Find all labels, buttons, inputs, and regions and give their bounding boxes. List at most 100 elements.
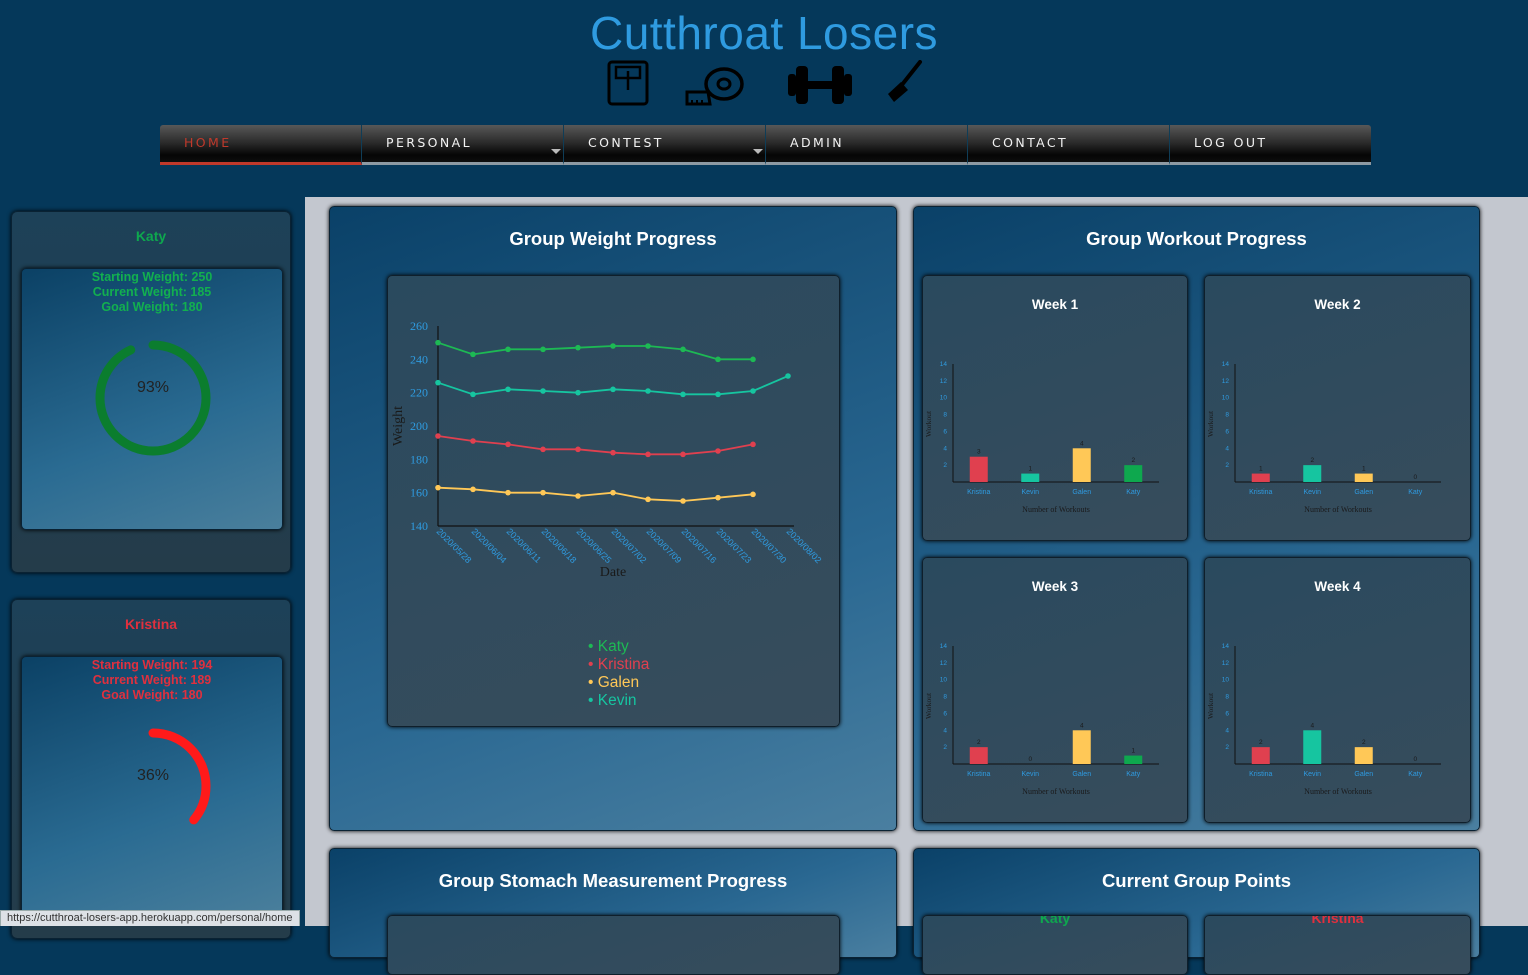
y-tick-label: 4 <box>943 445 947 452</box>
series-line-kristina <box>437 435 754 456</box>
bar-value-label: 2 <box>1310 457 1314 464</box>
bar-kevin <box>1021 473 1040 482</box>
y-tick-label: 8 <box>1225 694 1229 701</box>
legend-item-galen[interactable]: • Galen <box>588 674 649 692</box>
y-tick-label: 200 <box>410 419 428 433</box>
progress-arc <box>95 728 211 844</box>
data-point-galen <box>750 491 756 498</box>
nav-logout[interactable]: LOG OUT <box>1170 125 1371 165</box>
status-bar-url: https://cutthroat-losers-app.herokuapp.c… <box>0 910 300 926</box>
nav-home[interactable]: HOME <box>160 125 362 165</box>
bar-kristina <box>1251 473 1270 482</box>
tape-measure-icon <box>685 67 744 106</box>
panel-title: Group Weight Progress <box>509 228 717 249</box>
week2-chart-card: Week 2 2 4 6 8 10 12 14 1 Kristina 2 Kevin 1 Galen 0 K… <box>1204 275 1471 541</box>
y-tick-label: 4 <box>1225 727 1229 734</box>
goal-weight: Goal Weight: 180 <box>101 688 203 702</box>
legend-item-kevin[interactable]: • Kevin <box>588 692 649 710</box>
data-point-galen <box>575 493 581 499</box>
x-tick-label: Kristina <box>967 489 990 496</box>
x-tick-label: Katy <box>1408 771 1423 778</box>
main-content: Group Weight Progress 140 160 180 200 220 240… <box>305 197 1528 975</box>
nav-admin[interactable]: ADMIN <box>766 125 968 165</box>
week3-bar-chart: 2 4 6 8 10 12 14 2 Kristina 0 Kevin 4 Galen 1 Katy Work… <box>924 643 1159 796</box>
knife-icon <box>888 60 922 102</box>
y-axis-label: Workout <box>1206 692 1215 719</box>
data-point-galen <box>540 489 546 496</box>
nav-admin-label: ADMIN <box>790 135 844 150</box>
y-axis-label: Workout <box>1206 410 1215 437</box>
caret-down-icon[interactable] <box>551 149 561 154</box>
y-tick-label: 12 <box>940 378 948 385</box>
data-point-galen <box>470 486 476 493</box>
data-point-galen <box>680 498 686 504</box>
data-point-katy <box>505 346 511 353</box>
bar-value-label: 1 <box>1259 466 1263 473</box>
data-point-kristina <box>610 449 616 456</box>
nav-contact-label: CONTACT <box>992 135 1069 150</box>
x-tick-label: 2020/07/16 <box>680 526 719 565</box>
bar-value-label: 3 <box>977 449 981 456</box>
x-tick-label: Galen <box>1354 489 1373 496</box>
stomach-progress-panel: Group Stomach Measurement Progress <box>329 848 897 975</box>
starting-weight: Starting Weight: 250 <box>91 270 213 284</box>
nav-contest[interactable]: CONTEST <box>564 125 766 165</box>
data-point-kristina <box>680 451 686 458</box>
points-user-name: Kristina <box>1311 915 1364 926</box>
bar-value-label: 1 <box>1131 748 1135 755</box>
x-tick-label: 2020/06/11 <box>505 526 543 564</box>
data-point-katy <box>715 356 721 363</box>
data-point-galen <box>715 494 721 501</box>
user-name: Katy <box>135 228 167 244</box>
bar-value-label: 4 <box>1080 722 1084 729</box>
x-tick-label: Kevin <box>1021 771 1039 778</box>
x-tick-label: 2020/05/28 <box>435 526 474 565</box>
x-axis-label: Number of Workouts <box>1304 787 1372 796</box>
nav-contact[interactable]: CONTACT <box>968 125 1170 165</box>
data-point-kevin <box>645 388 651 394</box>
x-tick-label: Galen <box>1072 771 1091 778</box>
current-weight: Current Weight: 189 <box>92 673 212 687</box>
y-tick-label: 14 <box>940 361 948 368</box>
nav-personal[interactable]: PERSONAL <box>362 125 564 165</box>
bar-galen <box>1072 448 1091 482</box>
caret-down-icon[interactable] <box>753 149 763 154</box>
data-point-katy <box>575 344 581 351</box>
x-tick-label: 2020/06/25 <box>575 526 614 565</box>
y-tick-label: 12 <box>940 660 948 667</box>
data-point-kevin <box>505 386 511 393</box>
current-weight: Current Weight: 185 <box>92 285 212 299</box>
data-point-galen <box>645 496 651 503</box>
y-tick-label: 2 <box>1225 744 1229 751</box>
points-card-katy: Katy <box>922 915 1188 975</box>
user-name: Kristina <box>124 616 178 632</box>
y-tick-label: 6 <box>943 710 947 717</box>
x-tick-label: 2020/07/09 <box>645 526 684 565</box>
data-point-galen <box>610 489 616 496</box>
y-tick-label: 180 <box>410 452 428 466</box>
x-tick-label: Katy <box>1126 771 1141 778</box>
legend-item-katy[interactable]: • Katy <box>588 638 649 656</box>
y-tick-label: 10 <box>940 395 948 402</box>
series-line-galen <box>437 486 754 502</box>
y-tick-label: 2 <box>943 744 947 751</box>
bar-value-label: 2 <box>1259 739 1263 746</box>
weight-line-chart: 140 160 180 200 220 240 260 2020/05/282020/06/0… <box>391 319 824 580</box>
data-point-katy <box>435 339 441 346</box>
y-tick-label: 2 <box>943 462 947 469</box>
y-tick-label: 8 <box>943 412 947 419</box>
site-title: Cutthroat Losers <box>589 7 939 59</box>
bar-value-label: 2 <box>977 739 981 746</box>
scale-icon <box>607 60 649 106</box>
progress-ring <box>95 340 211 456</box>
y-tick-label: 12 <box>1222 660 1230 667</box>
chart-legend: • Katy • Kristina • Galen • Kevin <box>588 638 649 710</box>
x-tick-label: 2020/07/30 <box>750 526 789 565</box>
x-tick-label: 2020/07/23 <box>715 526 754 565</box>
x-axis-label: Number of Workouts <box>1022 505 1090 514</box>
legend-item-kristina[interactable]: • Kristina <box>588 656 649 674</box>
bar-kevin <box>1303 465 1322 482</box>
points-card-kristina: Kristina <box>1204 915 1471 975</box>
week2-bar-chart: 2 4 6 8 10 12 14 1 Kristina 2 Kevin 1 Galen 0 Katy Work… <box>1206 361 1441 514</box>
x-tick-label: Kristina <box>1249 489 1272 496</box>
